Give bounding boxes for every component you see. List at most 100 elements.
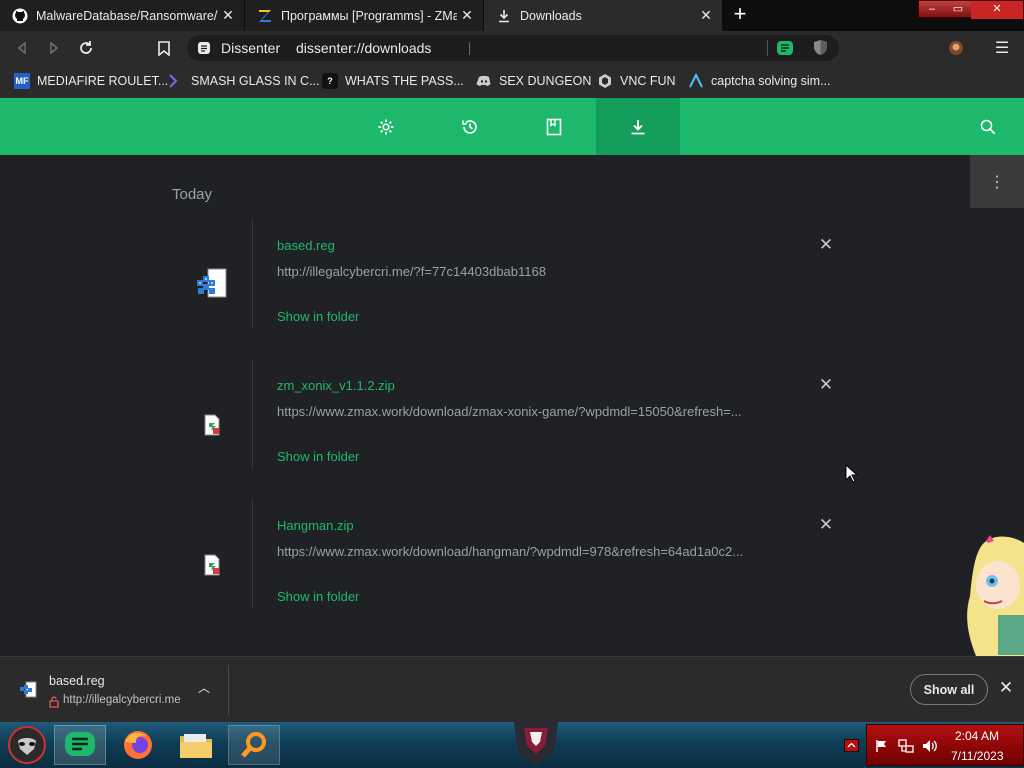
nav-downloads[interactable]: [596, 98, 680, 155]
omnibox-divider: [767, 40, 768, 56]
dissenter-icon: [65, 732, 95, 756]
remove-download-icon[interactable]: ✕: [817, 516, 835, 534]
bookmark-smash-glass[interactable]: SMASH GLASS IN C...: [168, 72, 320, 90]
hamburger-menu-icon: ☰: [994, 40, 1010, 57]
bookmark-icon: [158, 40, 170, 56]
bookmark-vnc-fun[interactable]: VNC FUN: [597, 72, 676, 90]
site-info-icon[interactable]: [197, 41, 211, 60]
taskbar-search-app[interactable]: [228, 725, 280, 765]
bookmark-whats-the-pass[interactable]: ? WHATS THE PASS...: [322, 72, 464, 90]
nav-history[interactable]: [428, 98, 512, 155]
dissenter-extension-icon[interactable]: [777, 40, 793, 61]
forward-button[interactable]: [44, 38, 64, 58]
download-filename[interactable]: zm_xonix_v1.1.2.zip: [277, 378, 395, 393]
bookmark-label: SMASH GLASS IN C...: [191, 74, 320, 88]
shelf-filename[interactable]: based.reg: [49, 674, 105, 688]
clock-time[interactable]: 2:04 AM: [955, 729, 999, 743]
omnibox-divider: [469, 42, 470, 55]
bookmarks-icon: [546, 118, 562, 135]
nav-bookmarks[interactable]: [512, 98, 596, 155]
reload-button[interactable]: [76, 38, 96, 58]
minimize-button[interactable]: –: [919, 1, 945, 19]
bookmark-label: SEX DUNGEON: [499, 74, 592, 88]
download-url[interactable]: https://www.zmax.work/download/zmax-xoni…: [277, 404, 777, 419]
download-filename[interactable]: Hangman.zip: [277, 518, 354, 533]
download-shelf: based.reg http://illegalcybercri.me ︿ Sh…: [0, 656, 1024, 722]
chevron-up-icon[interactable]: ︿: [196, 679, 212, 695]
bookmark-label: captcha solving sim...: [711, 74, 831, 88]
magnifier-icon: [241, 732, 266, 758]
show-in-folder-link[interactable]: Show in folder: [277, 449, 359, 464]
bookmark-label: WHATS THE PASS...: [345, 74, 464, 88]
clock-date[interactable]: 7/11/2023: [951, 749, 1004, 763]
bookmark-label: VNC FUN: [620, 74, 676, 88]
taskbar: 2:04 AM 7/11/2023: [0, 722, 1024, 768]
bookmark-mediafire[interactable]: MF MEDIAFIRE ROULET...: [14, 72, 168, 90]
bookmark-sex-dungeon[interactable]: SEX DUNGEON: [476, 72, 591, 90]
download-icon: [496, 8, 512, 24]
new-tab-button[interactable]: +: [728, 3, 752, 26]
flag-icon[interactable]: [875, 739, 889, 758]
zip-file-icon[interactable]: [202, 414, 222, 436]
back-icon: [17, 41, 26, 55]
download-item: Hangman.zip https://www.zmax.work/downlo…: [252, 500, 852, 608]
discord-icon: [476, 73, 492, 89]
zmax-icon: [257, 8, 273, 24]
desktop-mascot-image: [962, 535, 1024, 656]
back-button[interactable]: [12, 38, 32, 58]
show-all-button[interactable]: Show all: [910, 674, 988, 705]
shield-icon[interactable]: [813, 39, 828, 61]
download-filename[interactable]: based.reg: [277, 238, 335, 253]
mouse-cursor: [845, 463, 859, 483]
date-group-label: Today: [172, 186, 213, 203]
remove-download-icon[interactable]: ✕: [817, 376, 835, 394]
tab-title: Downloads: [520, 8, 582, 23]
show-in-folder-link[interactable]: Show in folder: [277, 589, 359, 604]
tray-overflow-icon[interactable]: [844, 739, 859, 752]
tab-title: MalwareDatabase/Ransomware/Tr: [36, 8, 218, 23]
address-bar[interactable]: Dissenter dissenter://downloads: [187, 35, 839, 61]
registry-file-icon: [19, 681, 37, 704]
tab-downloads[interactable]: Downloads ✕: [484, 0, 722, 31]
close-window-button[interactable]: ✕: [971, 1, 1023, 19]
mediafire-icon: MF: [14, 73, 30, 89]
registry-file-icon[interactable]: [194, 268, 228, 300]
profile-avatar[interactable]: [946, 38, 966, 58]
download-icon: [631, 119, 645, 134]
start-button[interactable]: [2, 725, 52, 765]
zip-file-icon[interactable]: [202, 554, 222, 576]
tab-malware-database[interactable]: MalwareDatabase/Ransomware/Tr ✕: [0, 0, 244, 31]
search-button[interactable]: [952, 98, 1024, 155]
github-icon: [12, 8, 28, 24]
bookmarks-bar: MF MEDIAFIRE ROULET... SMASH GLASS IN C.…: [0, 64, 1024, 98]
tab-strip: MalwareDatabase/Ransomware/Tr ✕ Программ…: [0, 0, 1024, 31]
download-url[interactable]: http://illegalcybercri.me/?f=77c14403dba…: [277, 264, 777, 279]
tab-close-icon[interactable]: ✕: [696, 7, 716, 24]
maximize-button[interactable]: ▭: [945, 1, 971, 19]
taskbar-firefox[interactable]: [112, 725, 164, 765]
bookmark-captcha[interactable]: captcha solving sim...: [688, 72, 831, 90]
tab-zmax-programs[interactable]: Программы [Programms] - ZMax ✕: [245, 0, 483, 31]
download-url[interactable]: https://www.zmax.work/download/hangman/?…: [277, 544, 777, 559]
show-in-folder-link[interactable]: Show in folder: [277, 309, 359, 324]
downloads-header: [0, 98, 1024, 155]
taskbar-dissenter[interactable]: [54, 725, 106, 765]
history-icon: [462, 119, 477, 134]
shelf-divider: [228, 665, 229, 715]
tab-close-icon[interactable]: ✕: [218, 7, 238, 24]
downloads-list: Today ⋮ based.reg http://illegalcybercri…: [0, 155, 1024, 656]
volume-icon[interactable]: [922, 738, 938, 759]
nav-settings[interactable]: [344, 98, 428, 155]
captcha-icon: [688, 73, 704, 89]
close-shelf-icon[interactable]: ✕: [997, 679, 1015, 697]
bookmark-button[interactable]: [154, 38, 174, 58]
menu-button[interactable]: ☰: [992, 38, 1012, 58]
network-icon[interactable]: [898, 738, 914, 759]
gear-icon: [378, 119, 394, 134]
more-actions-button[interactable]: ⋮: [970, 155, 1024, 208]
taskbar-explorer[interactable]: [170, 725, 222, 765]
remove-download-icon[interactable]: ✕: [817, 236, 835, 254]
firefox-icon: [124, 731, 152, 759]
url-text[interactable]: dissenter://downloads: [296, 40, 431, 56]
tab-close-icon[interactable]: ✕: [457, 7, 477, 24]
